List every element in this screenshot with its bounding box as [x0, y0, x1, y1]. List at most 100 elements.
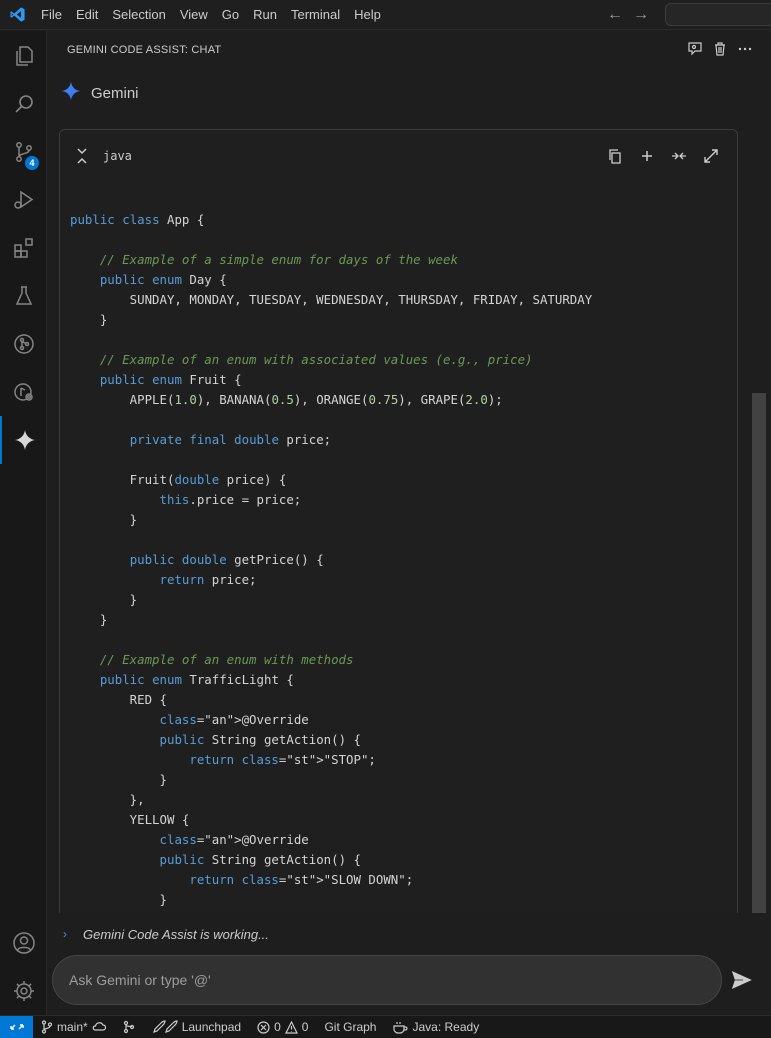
menu-run[interactable]: Run — [246, 0, 284, 30]
trash-icon[interactable] — [712, 41, 728, 62]
forward-arrow-icon[interactable]: → — [632, 6, 650, 24]
remote-indicator-icon[interactable] — [0, 1015, 33, 1038]
coffee-cup-icon — [393, 1021, 409, 1034]
command-center-search[interactable] — [665, 3, 771, 26]
panel-title: GEMINI CODE ASSIST: CHAT — [67, 44, 222, 56]
search-icon[interactable] — [0, 80, 47, 128]
code-line: this.price = price; — [159, 492, 302, 507]
accounts-icon[interactable] — [0, 919, 47, 967]
menu-bar: File Edit Selection View Go Run Terminal… — [34, 0, 388, 30]
java-status[interactable]: Java: Ready — [384, 1016, 487, 1038]
panel-actions — [687, 41, 753, 62]
collapse-icon[interactable] — [75, 147, 89, 170]
menu-file[interactable]: File — [34, 0, 69, 30]
chat-scrollbar-thumb[interactable] — [752, 393, 766, 913]
back-arrow-icon[interactable]: ← — [606, 6, 624, 24]
code-line: Fruit(double price) { — [70, 472, 287, 487]
menu-edit[interactable]: Edit — [69, 0, 105, 30]
code-line: class="an">@Override — [159, 712, 309, 727]
code-line: // Example of an enum with methods — [99, 652, 354, 667]
chat-input[interactable] — [53, 956, 721, 1004]
copy-icon[interactable] — [607, 148, 623, 164]
code-line: APPLE(1.0), BANANA(0.5), ORANGE(0.75), G… — [70, 392, 503, 407]
message-author-row: Gemini — [60, 80, 139, 107]
more-actions-icon[interactable] — [737, 41, 753, 62]
status-bar: main* Launchpad 0 0 Git Graph Java: Read… — [0, 1015, 771, 1038]
git-status-icon[interactable] — [114, 1016, 144, 1038]
branch-status[interactable]: main* — [33, 1016, 114, 1038]
launchpad-status[interactable]: Launchpad — [144, 1016, 249, 1038]
source-control-icon[interactable]: 4 — [0, 128, 47, 176]
gemini-sparkle-icon — [60, 80, 82, 107]
settings-gear-icon[interactable] — [0, 967, 47, 1015]
feedback-icon[interactable] — [687, 41, 703, 62]
menu-view[interactable]: View — [173, 0, 215, 30]
run-debug-icon[interactable] — [0, 176, 47, 224]
code-line: RED { — [70, 692, 167, 707]
code-language: java — [103, 149, 132, 163]
code-line: } — [70, 772, 167, 787]
title-bar: File Edit Selection View Go Run Terminal… — [0, 0, 771, 30]
source-control-badge: 4 — [25, 156, 39, 170]
rocket-icon — [152, 1020, 178, 1033]
problems-status[interactable]: 0 0 — [249, 1016, 316, 1038]
author-name: Gemini — [91, 85, 139, 102]
code-line: public enum TrafficLight { — [99, 672, 294, 687]
expand-icon[interactable] — [703, 148, 719, 164]
error-icon — [257, 1020, 270, 1034]
launchpad-label: Launchpad — [181, 1020, 242, 1034]
code-line: }, — [70, 792, 145, 807]
code-line: } — [70, 512, 138, 527]
remote-explorer-icon[interactable] — [0, 368, 47, 416]
code-line: YELLOW { — [70, 812, 190, 827]
chat-panel-header: GEMINI CODE ASSIST: CHAT — [48, 31, 771, 69]
insert-plus-icon[interactable] — [639, 148, 655, 164]
send-icon[interactable] — [729, 967, 755, 998]
code-line: public String getAction() { — [159, 732, 361, 747]
code-line: // Example of an enum with associated va… — [99, 352, 533, 367]
code-line: private final double price; — [129, 432, 332, 447]
code-block: java public class App { // Example of a … — [59, 129, 738, 929]
code-line: SUNDAY, MONDAY, TUESDAY, WEDNESDAY, THUR… — [70, 292, 593, 307]
code-line: class="an">@Override — [159, 832, 309, 847]
chat-input-container — [52, 955, 722, 1005]
history-navigation: ← → — [606, 0, 650, 30]
testing-flask-icon[interactable] — [0, 272, 47, 320]
code-line: } — [70, 312, 108, 327]
code-line: return class="st">"STOP"; — [189, 752, 376, 767]
branch-name: main* — [57, 1020, 88, 1034]
menu-help[interactable]: Help — [347, 0, 388, 30]
diff-icon[interactable] — [671, 148, 687, 164]
code-line: } — [70, 592, 138, 607]
menu-terminal[interactable]: Terminal — [284, 0, 347, 30]
code-content: public class App { // Example of a simpl… — [70, 190, 593, 928]
code-line: // Example of a simple enum for days of … — [99, 252, 458, 267]
warning-icon — [284, 1020, 298, 1034]
menu-go[interactable]: Go — [215, 0, 246, 30]
working-status-text: Gemini Code Assist is working... — [83, 926, 269, 942]
git-graph-status[interactable]: Git Graph — [316, 1016, 384, 1038]
git-graph-label: Git Graph — [324, 1020, 377, 1034]
gemini-code-assist-icon[interactable] — [0, 416, 47, 464]
extensions-icon[interactable] — [0, 224, 47, 272]
code-line: public String getAction() { — [159, 852, 361, 867]
vscode-logo-icon — [0, 0, 34, 30]
git-graph-icon[interactable] — [0, 320, 47, 368]
code-line: public enum Day { — [99, 272, 227, 287]
code-actions — [607, 148, 719, 164]
code-block-header: java — [60, 130, 737, 182]
explorer-icon[interactable] — [0, 32, 47, 80]
code-line: return price; — [159, 572, 257, 587]
code-line: return class="st">"SLOW DOWN"; — [189, 872, 414, 887]
java-status-label: Java: Ready — [412, 1020, 480, 1034]
code-line: public class App { — [70, 212, 205, 227]
git-branch-icon — [41, 1020, 53, 1034]
menu-selection[interactable]: Selection — [105, 0, 172, 30]
code-line: public enum Fruit { — [99, 372, 242, 387]
chevron-right-icon[interactable]: › — [63, 927, 73, 941]
